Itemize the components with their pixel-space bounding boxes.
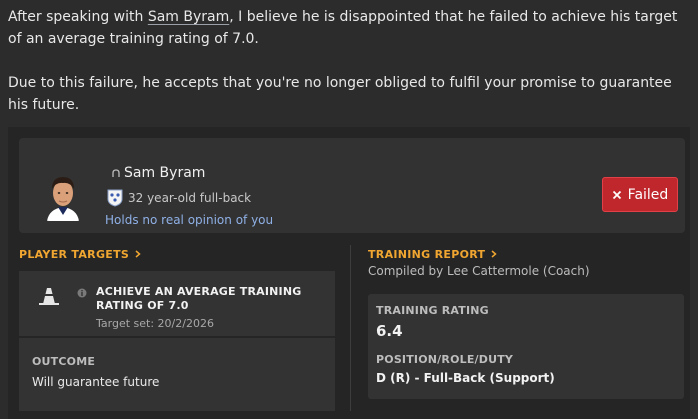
promise-panel: Sam Byram 32 year-old full-back Holds no…	[8, 127, 690, 419]
training-cone-icon	[39, 288, 59, 305]
chevron-right-icon	[135, 250, 141, 258]
close-icon	[612, 190, 621, 199]
england-crest-icon	[107, 189, 123, 207]
training-rating-value: 6.4	[376, 322, 403, 340]
message-paragraph-2: Due to this failure, he accepts that you…	[8, 75, 672, 113]
section-divider	[350, 245, 351, 411]
avatar[interactable]	[43, 171, 83, 221]
player-name[interactable]: Sam Byram	[124, 165, 205, 181]
message-body: After speaking with Sam Byram, I believe…	[8, 6, 688, 116]
training-report-box: TRAINING RATING 6.4 POSITION/ROLE/DUTY D…	[368, 294, 684, 399]
training-report-header[interactable]: TRAINING REPORT	[368, 248, 498, 261]
message-text: After speaking with	[8, 9, 148, 25]
target-set-date: Target set: 20/2/2026	[96, 317, 214, 330]
player-targets-header[interactable]: PLAYER TARGETS	[19, 248, 141, 261]
section-title: TRAINING REPORT	[368, 248, 486, 261]
person-status-icon	[112, 169, 120, 177]
player-card: Sam Byram 32 year-old full-back Holds no…	[19, 138, 685, 233]
position-label: POSITION/ROLE/DUTY	[376, 353, 514, 366]
outcome-label: OUTCOME	[32, 355, 96, 368]
player-name-row[interactable]: Sam Byram	[111, 165, 205, 181]
player-description-row: 32 year-old full-back	[107, 189, 251, 207]
compiled-by: Compiled by Lee Cattermole (Coach)	[368, 264, 590, 278]
section-title: PLAYER TARGETS	[19, 248, 130, 261]
player-description: 32 year-old full-back	[128, 191, 252, 205]
outcome-value: Will guarantee future	[32, 375, 160, 389]
outcome-box: OUTCOME Will guarantee future	[19, 338, 335, 411]
player-opinion: Holds no real opinion of you	[105, 213, 274, 227]
target-title: ACHIEVE AN AVERAGE TRAINING RATING OF 7.…	[96, 285, 302, 312]
training-rating-label: TRAINING RATING	[376, 304, 489, 317]
info-icon[interactable]	[77, 288, 87, 298]
failed-status-label: Failed	[627, 186, 669, 203]
message-paragraph-1: After speaking with Sam Byram, I believe…	[8, 6, 688, 50]
failed-status-button[interactable]: Failed	[602, 177, 678, 212]
chevron-right-icon	[491, 250, 498, 258]
player-name-link[interactable]: Sam Byram	[148, 9, 229, 25]
position-value: D (R) - Full-Back (Support)	[376, 371, 555, 385]
target-item: ACHIEVE AN AVERAGE TRAINING RATING OF 7.…	[19, 271, 335, 336]
